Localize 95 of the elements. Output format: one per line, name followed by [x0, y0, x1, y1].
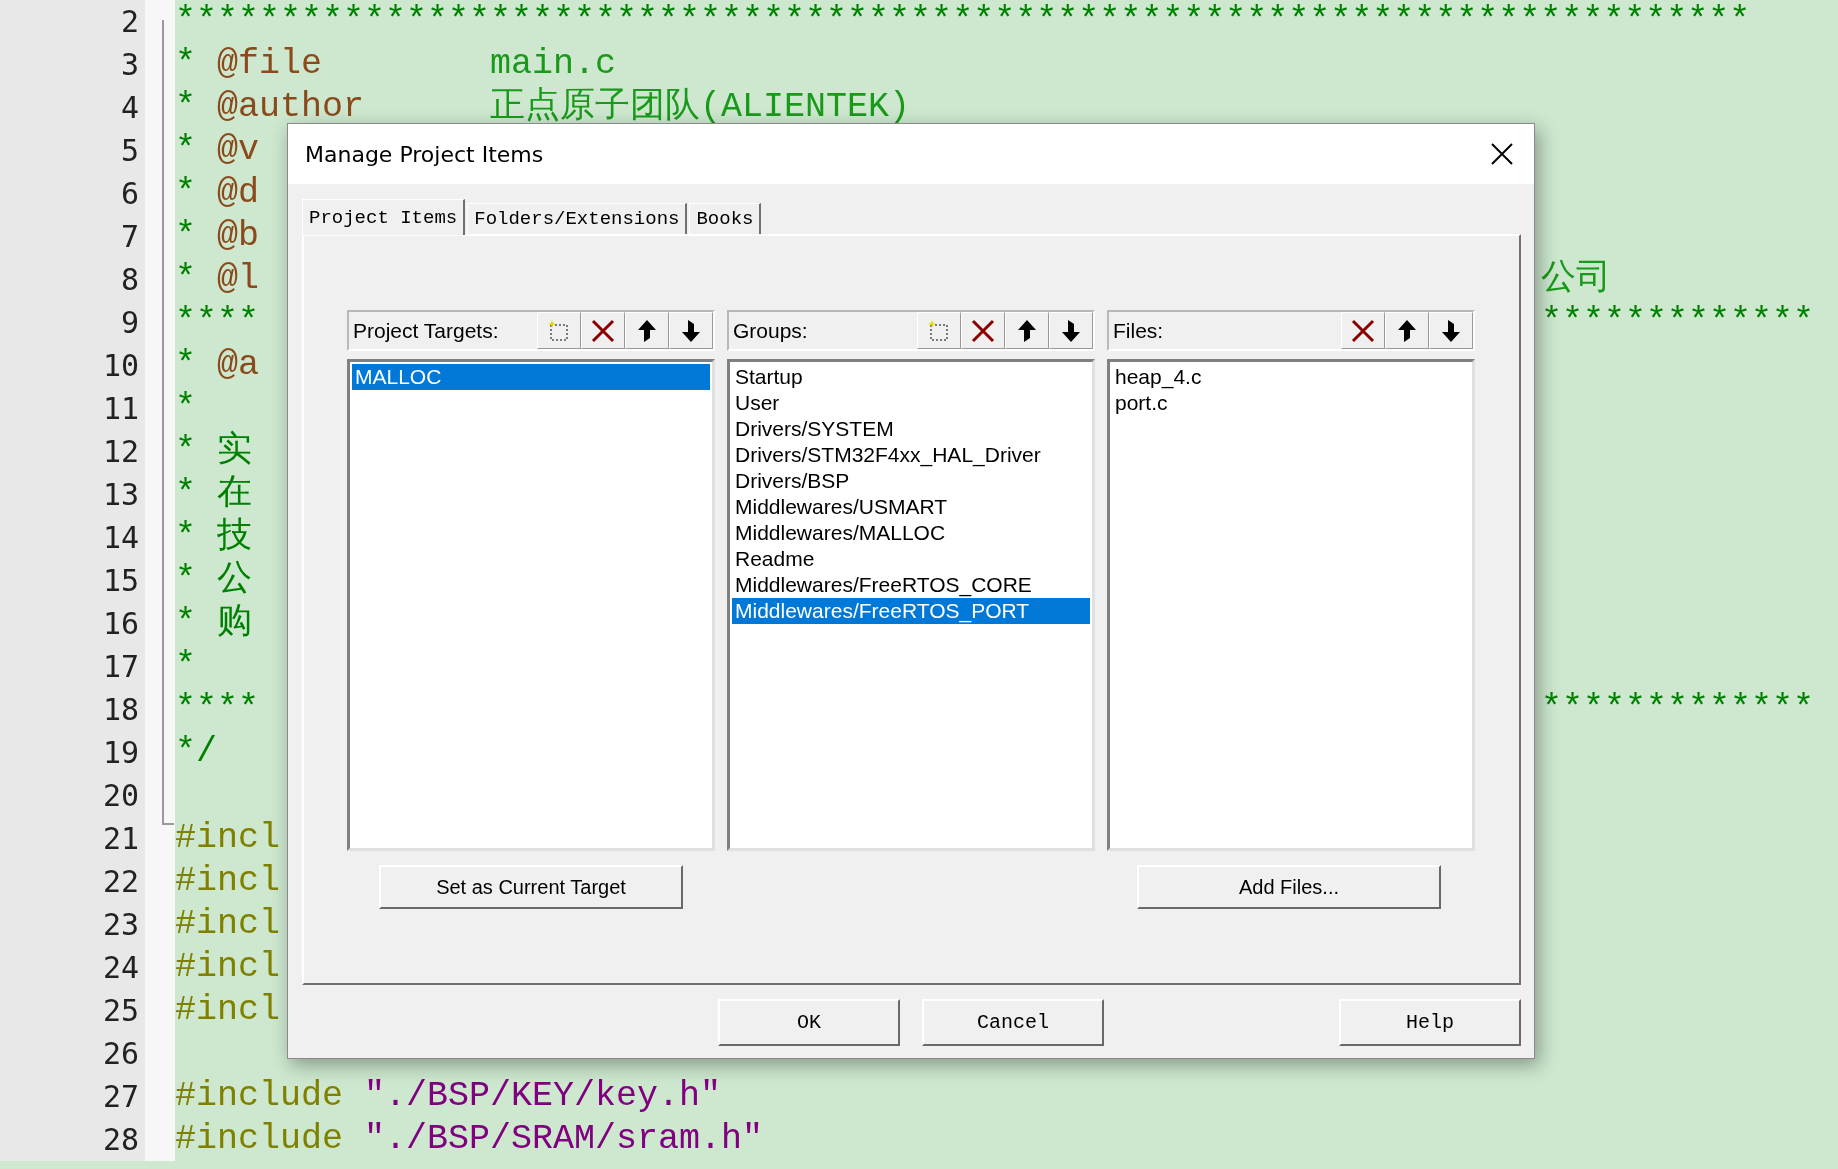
list-item[interactable]: MALLOC: [352, 364, 710, 390]
move-up-button[interactable]: [1385, 312, 1429, 349]
line-number: 19: [101, 734, 140, 772]
line-number: 2: [119, 3, 140, 41]
code-line: *: [175, 387, 196, 430]
add-files-button[interactable]: Add Files...: [1137, 865, 1441, 909]
code-line: #include "./BSP/KEY/key.h": [175, 1075, 722, 1118]
line-number: 23: [101, 906, 140, 944]
code-line: * @v: [175, 129, 260, 172]
line-number: 24: [101, 949, 140, 987]
code-line: #incl: [175, 903, 281, 946]
code-line: * @b: [175, 215, 260, 258]
move-down-button[interactable]: [1049, 312, 1093, 349]
list-item[interactable]: Middlewares/MALLOC: [732, 520, 1090, 546]
line-number: 27: [101, 1078, 140, 1116]
code-text: *************: [1541, 688, 1815, 731]
line-number: 3: [119, 46, 140, 84]
line-number: 26: [101, 1035, 140, 1073]
line-number: 8: [119, 261, 140, 299]
code-line: * 公: [175, 559, 252, 602]
code-line: #incl: [175, 860, 281, 903]
line-number: 28: [101, 1121, 140, 1159]
list-item[interactable]: Drivers/STM32F4xx_HAL_Driver: [732, 442, 1090, 468]
code-text: *************: [1541, 301, 1815, 344]
code-line: ****: [175, 688, 259, 731]
ok-button[interactable]: OK: [718, 999, 900, 1046]
code-line: * @author 正点原子团队(ALIENTEK): [175, 86, 911, 129]
line-number: 9: [119, 304, 140, 342]
move-up-button[interactable]: [625, 312, 669, 349]
list-item[interactable]: Middlewares/FreeRTOS_CORE: [732, 572, 1090, 598]
line-number: 12: [101, 433, 140, 471]
code-line: * 实: [175, 430, 252, 473]
tab[interactable]: Books: [689, 203, 762, 234]
code-line: * @d: [175, 172, 260, 215]
code-line: * 技: [175, 516, 252, 559]
line-number: 21: [101, 820, 140, 858]
move-down-button[interactable]: [669, 312, 713, 349]
code-line: * @file main.c: [175, 43, 617, 86]
delete-icon: [590, 317, 616, 344]
line-number: 14: [101, 519, 140, 557]
line-number: 11: [101, 390, 140, 428]
line-number: 22: [101, 863, 140, 901]
line-number: 17: [101, 648, 140, 686]
code-line: #incl: [175, 946, 281, 989]
list-item[interactable]: Drivers/BSP: [732, 468, 1090, 494]
delete-icon: [1350, 317, 1376, 344]
new-item-button[interactable]: [917, 312, 961, 349]
line-number: 25: [101, 992, 140, 1030]
code-line: #include "./BSP/SRAM/sram.h": [175, 1118, 764, 1161]
code-text: 公司: [1541, 258, 1611, 301]
list-label: Project Targets:: [353, 318, 499, 343]
line-number: 15: [101, 562, 140, 600]
move-down-button[interactable]: [1429, 312, 1473, 349]
code-line: * 在: [175, 473, 252, 516]
delete-button[interactable]: [1341, 312, 1385, 349]
code-line: #incl: [175, 989, 281, 1032]
delete-button[interactable]: [961, 312, 1005, 349]
code-line: * @a: [175, 344, 260, 387]
list-item[interactable]: User: [732, 390, 1090, 416]
code-line: * 购: [175, 602, 252, 645]
list-item[interactable]: Startup: [732, 364, 1090, 390]
line-number: 6: [119, 175, 140, 213]
tab[interactable]: Project Items: [302, 199, 466, 235]
line-number: 4: [119, 89, 140, 127]
code-line: ***************************************************************************: [175, 0, 1751, 43]
tab[interactable]: Folders/Extensions: [467, 203, 688, 234]
line-number: 18: [101, 691, 140, 729]
line-number: 5: [119, 132, 140, 170]
window-title: Manage Project Items: [305, 141, 544, 167]
list-item[interactable]: port.c: [1112, 390, 1470, 416]
list-label: Groups:: [733, 318, 808, 343]
list-item[interactable]: Drivers/SYSTEM: [732, 416, 1090, 442]
list-item[interactable]: Middlewares/FreeRTOS_PORT: [732, 598, 1090, 624]
code-line: */: [175, 731, 217, 774]
delete-button[interactable]: [581, 312, 625, 349]
line-number: 7: [119, 218, 140, 256]
list-label: Files:: [1113, 318, 1164, 343]
line-number: 16: [101, 605, 140, 643]
line-number: 10: [101, 347, 140, 385]
move-up-button[interactable]: [1005, 312, 1049, 349]
code-line: *: [175, 645, 196, 688]
list-item[interactable]: heap_4.c: [1112, 364, 1470, 390]
cancel-button[interactable]: Cancel: [922, 999, 1104, 1046]
set-target-button[interactable]: Set as Current Target: [379, 865, 683, 909]
code-line: ****: [175, 301, 259, 344]
help-button[interactable]: Help: [1339, 999, 1521, 1046]
code-line: * @l: [175, 258, 260, 301]
list-item[interactable]: Readme: [732, 546, 1090, 572]
delete-icon: [970, 317, 996, 344]
line-number: 20: [101, 777, 140, 815]
line-number: 13: [101, 476, 140, 514]
list-item[interactable]: Middlewares/USMART: [732, 494, 1090, 520]
close-icon[interactable]: [1490, 142, 1514, 166]
code-line: #incl: [175, 817, 281, 860]
new-item-button[interactable]: [537, 312, 581, 349]
